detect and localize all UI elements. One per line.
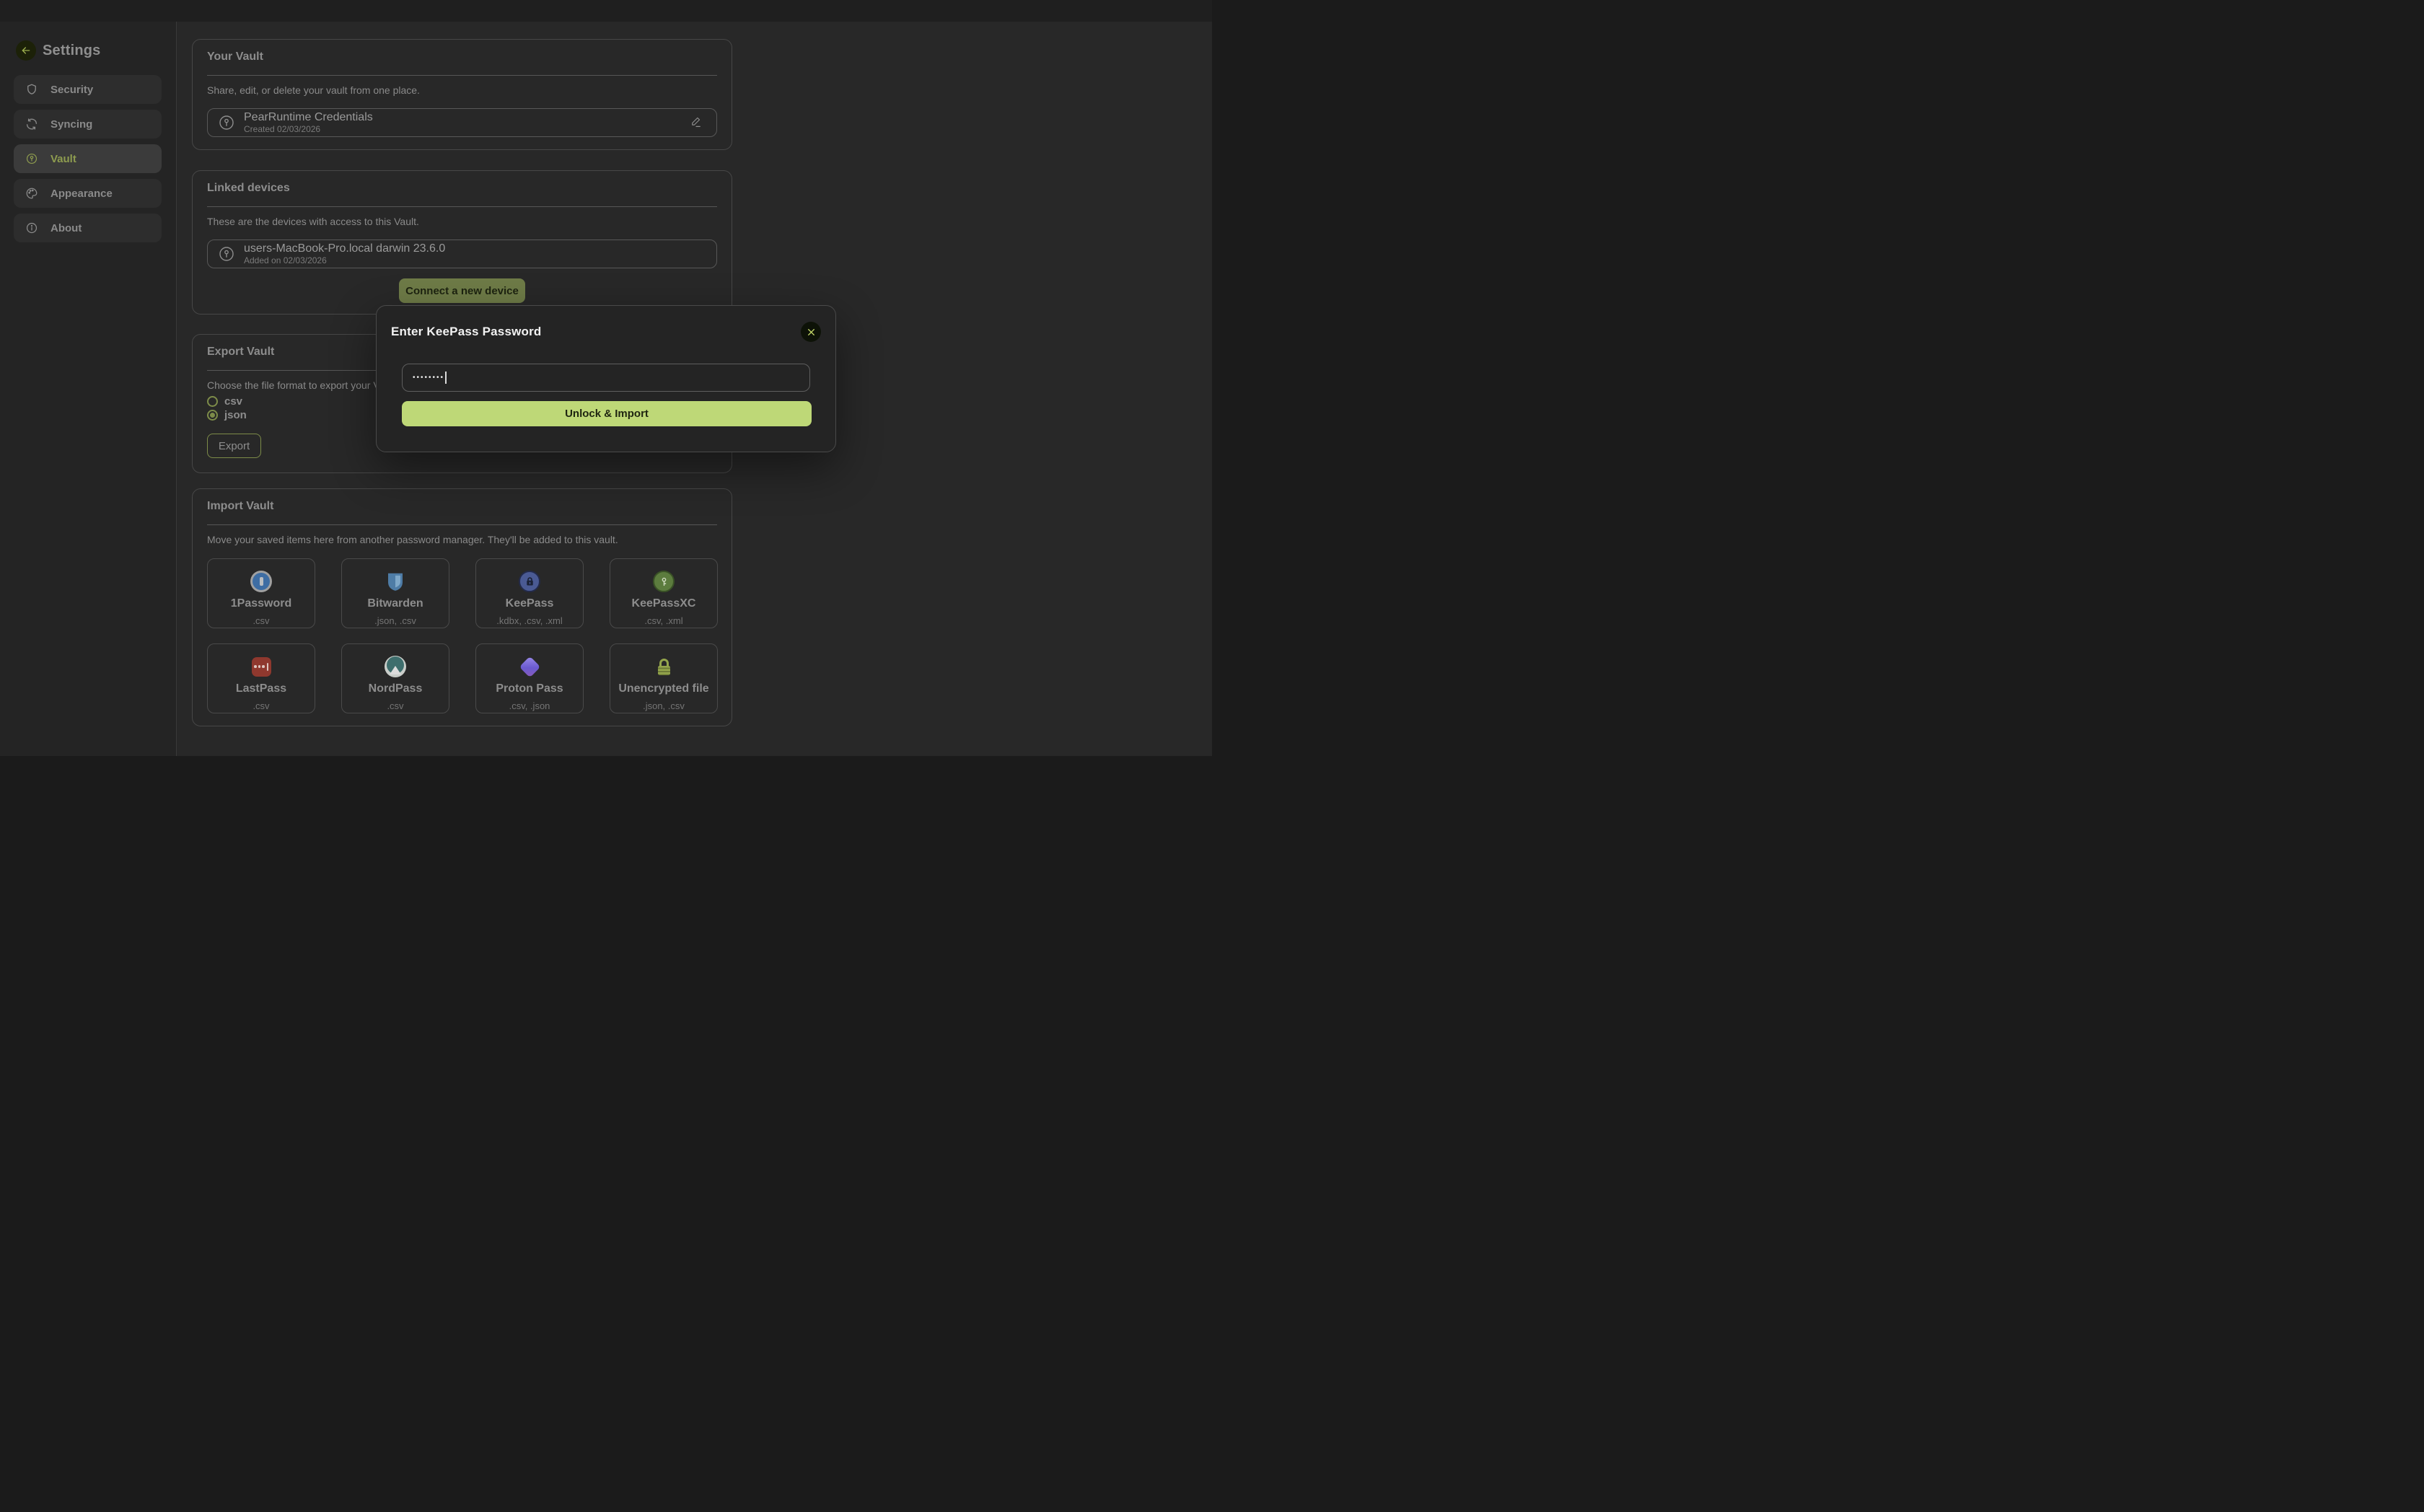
sidebar-item-security[interactable]: Security	[14, 75, 162, 104]
page-title: Settings	[43, 43, 101, 59]
sidebar-item-label: Vault	[50, 153, 76, 165]
arrow-left-icon	[20, 45, 32, 56]
close-icon	[807, 328, 816, 337]
import-source-formats: .csv, .xml	[644, 616, 682, 625]
settings-sidebar: Settings Security Syncing Vault Appeara	[0, 22, 177, 756]
key-icon	[218, 245, 235, 263]
shield-icon	[25, 83, 38, 96]
edit-vault-button[interactable]	[689, 115, 703, 130]
password-masked-value: ••••••••	[413, 374, 444, 382]
import-vault-card: Import Vault Move your saved items here …	[192, 488, 732, 726]
radio-button[interactable]	[207, 396, 218, 407]
linked-devices-card: Linked devices These are the devices wit…	[192, 170, 732, 315]
import-tile-keepassxc[interactable]: KeePassXC .csv, .xml	[610, 558, 718, 628]
section-title: Your Vault	[207, 51, 717, 63]
import-source-name: KeePassXC	[632, 598, 696, 610]
import-source-formats: .json, .csv	[643, 701, 685, 711]
unlock-and-import-button[interactable]: Unlock & Import	[402, 401, 812, 426]
import-source-name: Bitwarden	[367, 598, 423, 610]
import-source-name: 1Password	[231, 598, 291, 610]
protonpass-icon	[519, 656, 540, 677]
sidebar-item-syncing[interactable]: Syncing	[14, 110, 162, 139]
keepass-password-dialog: Enter KeePass Password •••••••• Unlock &…	[376, 305, 836, 452]
sidebar-item-label: Security	[50, 84, 93, 96]
vault-created-date: Created 02/03/2026	[244, 125, 680, 133]
sync-icon	[25, 118, 38, 131]
keepassxc-icon	[653, 571, 675, 592]
import-tile-lastpass[interactable]: LastPass .csv	[207, 643, 315, 713]
connect-new-device-button[interactable]: Connect a new device	[399, 278, 525, 303]
export-button[interactable]: Export	[207, 434, 261, 458]
sidebar-item-about[interactable]: About	[14, 214, 162, 242]
key-icon	[218, 114, 235, 131]
divider	[207, 524, 717, 525]
vault-item[interactable]: PearRuntime Credentials Created 02/03/20…	[207, 108, 717, 137]
import-tile-nordpass[interactable]: NordPass .csv	[341, 643, 449, 713]
import-tile-bitwarden[interactable]: Bitwarden .json, .csv	[341, 558, 449, 628]
radio-button-selected[interactable]	[207, 410, 218, 421]
import-source-formats: .csv	[252, 701, 269, 711]
section-title: Import Vault	[207, 501, 717, 512]
keepass-icon	[519, 571, 540, 592]
close-dialog-button[interactable]	[801, 322, 821, 342]
sidebar-item-vault[interactable]: Vault	[14, 144, 162, 173]
radio-label: csv	[224, 395, 242, 408]
unencrypted-lock-icon	[658, 659, 670, 675]
window-titlebar	[0, 0, 1212, 22]
import-source-formats: .kdbx, .csv, .xml	[496, 616, 563, 625]
import-source-name: Proton Pass	[496, 683, 563, 695]
sidebar-item-label: Appearance	[50, 188, 113, 200]
app-window: Settings Security Syncing Vault Appeara	[0, 0, 1212, 756]
section-description: Share, edit, or delete your vault from o…	[207, 85, 717, 95]
back-button[interactable]	[16, 40, 36, 61]
import-tile-1password[interactable]: 1Password .csv	[207, 558, 315, 628]
radio-label: json	[224, 409, 247, 421]
import-sources-grid: 1Password .csv Bitwarden .json, .csv	[207, 558, 717, 713]
dialog-title: Enter KeePass Password	[391, 325, 542, 339]
info-icon	[25, 221, 38, 234]
import-source-name: Unencrypted file	[618, 683, 708, 695]
divider	[207, 75, 717, 76]
sidebar-item-label: About	[50, 222, 82, 234]
import-source-formats: .csv, .json	[509, 701, 550, 711]
import-tile-keepass[interactable]: KeePass .kdbx, .csv, .xml	[475, 558, 584, 628]
onepassword-icon	[250, 571, 272, 592]
lastpass-icon	[252, 657, 271, 677]
section-description: These are the devices with access to thi…	[207, 216, 717, 227]
import-source-name: LastPass	[236, 683, 286, 695]
your-vault-card: Your Vault Share, edit, or delete your v…	[192, 39, 732, 150]
section-title: Linked devices	[207, 183, 717, 194]
password-input[interactable]: ••••••••	[402, 364, 810, 392]
import-source-name: NordPass	[369, 683, 423, 695]
device-name: users-MacBook-Pro.local darwin 23.6.0	[244, 243, 703, 255]
import-source-formats: .csv	[252, 616, 269, 625]
import-source-name: KeePass	[506, 598, 554, 610]
sidebar-nav: Security Syncing Vault Appearance About	[14, 75, 162, 242]
divider	[207, 206, 717, 207]
palette-icon	[25, 187, 38, 200]
sidebar-item-appearance[interactable]: Appearance	[14, 179, 162, 208]
device-item: users-MacBook-Pro.local darwin 23.6.0 Ad…	[207, 239, 717, 268]
pencil-edit-icon	[690, 115, 703, 128]
sidebar-header: Settings	[0, 40, 176, 61]
section-description: Move your saved items here from another …	[207, 535, 717, 545]
nordpass-icon	[385, 656, 406, 677]
key-icon	[25, 152, 38, 165]
vault-name: PearRuntime Credentials	[244, 112, 680, 123]
import-source-formats: .json, .csv	[374, 616, 416, 625]
import-source-formats: .csv	[387, 701, 403, 711]
bitwarden-icon	[385, 571, 406, 592]
import-tile-protonpass[interactable]: Proton Pass .csv, .json	[475, 643, 584, 713]
sidebar-item-label: Syncing	[50, 118, 92, 131]
text-cursor	[445, 372, 447, 384]
device-added-date: Added on 02/03/2026	[244, 256, 703, 265]
import-tile-unencrypted-file[interactable]: Unencrypted file .json, .csv	[610, 643, 718, 713]
